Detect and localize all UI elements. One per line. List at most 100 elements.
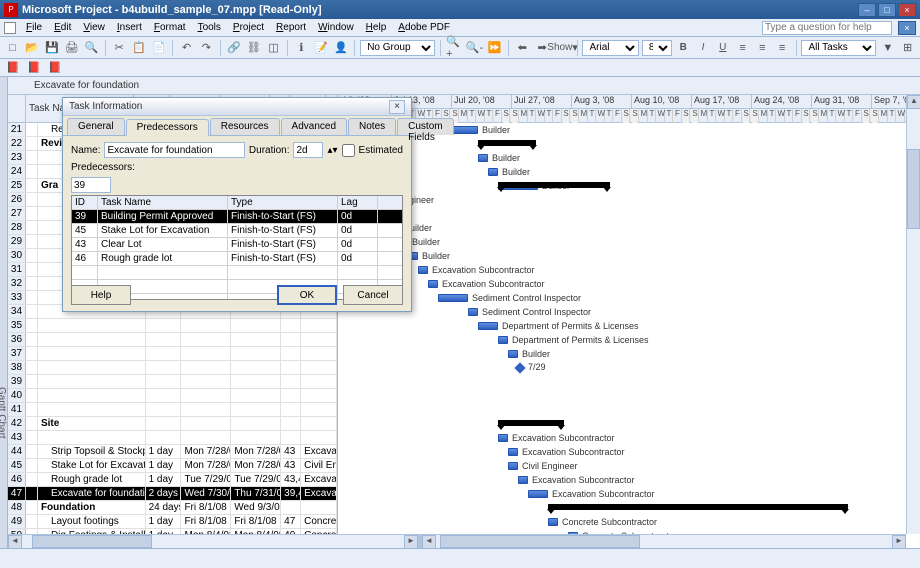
grid-cell[interactable]: Finish-to-Start (FS) <box>228 252 338 265</box>
task-bar[interactable] <box>528 490 548 498</box>
cell[interactable]: 38 <box>8 361 26 374</box>
grid-row[interactable]: 43Clear LotFinish-to-Start (FS)0d <box>72 238 402 252</box>
cell[interactable] <box>26 417 38 430</box>
cell[interactable] <box>281 319 301 332</box>
grid-cell[interactable]: Rough grade lot <box>98 252 228 265</box>
cell[interactable]: 45 <box>8 459 26 472</box>
redo-button[interactable]: ↷ <box>198 39 215 57</box>
cell[interactable] <box>26 235 38 248</box>
task-bar[interactable] <box>518 476 528 484</box>
task-bar[interactable] <box>428 280 438 288</box>
scroll-left-button[interactable]: ◄ <box>8 535 22 549</box>
new-button[interactable]: □ <box>4 39 21 57</box>
paste-button[interactable]: 📄 <box>150 39 167 57</box>
cell[interactable] <box>301 501 337 514</box>
cell[interactable]: Excavation <box>301 487 337 500</box>
task-bar[interactable] <box>548 518 558 526</box>
info-button[interactable]: ℹ <box>293 39 310 57</box>
cell[interactable]: 40 <box>8 389 26 402</box>
cell[interactable] <box>38 403 146 416</box>
cell[interactable] <box>26 487 38 500</box>
cell[interactable] <box>26 165 38 178</box>
cell[interactable] <box>231 319 281 332</box>
menu-report[interactable]: Report <box>270 20 312 35</box>
cell[interactable]: Fri 8/1/08 <box>181 501 231 514</box>
cell[interactable]: 43 <box>281 459 301 472</box>
summary-bar[interactable] <box>478 140 536 146</box>
cell[interactable]: Stake Lot for Excavation <box>38 459 146 472</box>
dialog-titlebar[interactable]: Task Information × <box>63 98 411 116</box>
grid-cell[interactable]: Stake Lot for Excavation <box>98 224 228 237</box>
grid-cell[interactable]: Clear Lot <box>98 238 228 251</box>
cell[interactable] <box>26 445 38 458</box>
cell[interactable]: 44 <box>8 445 26 458</box>
cell[interactable]: 27 <box>8 207 26 220</box>
estimated-checkbox[interactable] <box>342 144 355 157</box>
cell[interactable] <box>301 333 337 346</box>
task-bar[interactable] <box>508 448 518 456</box>
cell[interactable]: 34 <box>8 305 26 318</box>
cell[interactable]: Wed 9/3/08 <box>231 501 281 514</box>
unlink-button[interactable]: ⛓ <box>245 39 262 57</box>
cell[interactable] <box>26 193 38 206</box>
cancel-button[interactable]: Cancel <box>343 285 403 305</box>
cell[interactable]: 25 <box>8 179 26 192</box>
cell[interactable] <box>26 515 38 528</box>
cell[interactable] <box>301 361 337 374</box>
grid-col-header[interactable]: Lag <box>338 196 378 209</box>
grid-cell[interactable]: 0d <box>338 238 378 251</box>
align-right-button[interactable]: ≡ <box>774 39 791 57</box>
cell[interactable]: 32 <box>8 277 26 290</box>
grid-cell[interactable]: 0d <box>338 252 378 265</box>
milestone[interactable] <box>514 362 525 373</box>
cell[interactable]: 37 <box>8 347 26 360</box>
align-left-button[interactable]: ≡ <box>734 39 751 57</box>
italic-button[interactable]: I <box>695 39 712 57</box>
cell[interactable]: 35 <box>8 319 26 332</box>
cell[interactable] <box>38 347 146 360</box>
cell[interactable]: Excavate for foundation <box>38 487 146 500</box>
cell[interactable] <box>38 333 146 346</box>
gantt-scroll-left-button[interactable]: ◄ <box>422 535 436 549</box>
table-row[interactable]: 40 <box>8 389 337 403</box>
close-button[interactable]: × <box>898 3 916 17</box>
split-button[interactable]: ◫ <box>265 39 282 57</box>
cell[interactable]: Wed 7/30/08 <box>181 487 231 500</box>
tab-general[interactable]: General <box>67 118 125 135</box>
cell[interactable]: 39,45,43,46 <box>281 487 301 500</box>
cell[interactable] <box>146 389 182 402</box>
grid-cell[interactable]: Building Permit Approved <box>98 210 228 223</box>
cell[interactable] <box>231 403 281 416</box>
cell[interactable] <box>281 403 301 416</box>
cell[interactable]: Layout footings <box>38 515 146 528</box>
cell[interactable] <box>281 333 301 346</box>
table-row[interactable]: 39 <box>8 375 337 389</box>
cell[interactable] <box>146 333 182 346</box>
menu-tools[interactable]: Tools <box>192 20 227 35</box>
copy-button[interactable]: 📋 <box>131 39 148 57</box>
grid-row-empty[interactable] <box>72 266 402 280</box>
cell[interactable] <box>231 333 281 346</box>
cell[interactable]: 31 <box>8 263 26 276</box>
duration-input[interactable] <box>293 142 323 158</box>
summary-bar[interactable] <box>498 182 610 188</box>
zoom-out-button[interactable]: 🔍- <box>466 39 483 57</box>
cell[interactable] <box>146 403 182 416</box>
font-combo[interactable]: Arial <box>582 40 638 56</box>
cell[interactable]: Mon 7/28/08 <box>181 445 231 458</box>
cell[interactable]: 43,45 <box>281 473 301 486</box>
cell[interactable]: Concrete Su <box>301 515 337 528</box>
cell[interactable] <box>26 123 38 136</box>
dialog-close-button[interactable]: × <box>389 100 405 114</box>
cell[interactable]: 30 <box>8 249 26 262</box>
table-row[interactable]: 35 <box>8 319 337 333</box>
cell[interactable] <box>301 417 337 430</box>
cell[interactable] <box>301 375 337 388</box>
cell[interactable]: 21 <box>8 123 26 136</box>
cell[interactable] <box>26 137 38 150</box>
col-header[interactable] <box>8 95 26 122</box>
cell[interactable] <box>231 361 281 374</box>
cell[interactable]: 23 <box>8 151 26 164</box>
cell[interactable] <box>281 347 301 360</box>
outdent-button[interactable]: ⬅ <box>514 39 531 57</box>
